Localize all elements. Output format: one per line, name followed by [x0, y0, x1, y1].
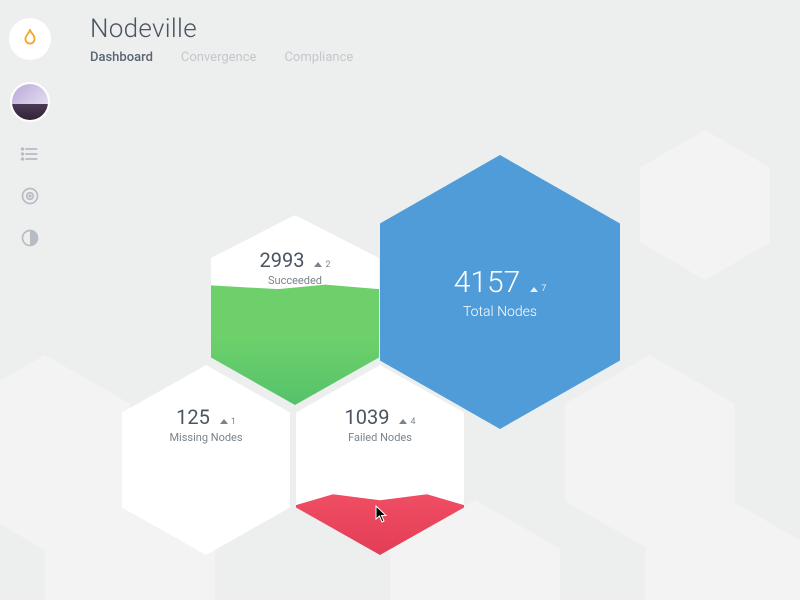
- tab-compliance[interactable]: Compliance: [284, 50, 353, 65]
- trend-up-icon: 1: [220, 417, 236, 427]
- total-value: 4157: [454, 265, 521, 300]
- missing-value: 125: [176, 405, 210, 429]
- hex-canvas: 2993 2 Succeeded 4157 7 Total Nodes 125 …: [0, 0, 800, 600]
- radar-icon[interactable]: [20, 186, 40, 206]
- card-missing-nodes[interactable]: 125 1 Missing Nodes: [122, 365, 290, 555]
- trend-up-icon: 2: [314, 260, 330, 270]
- tab-convergence[interactable]: Convergence: [181, 50, 257, 65]
- header: Nodeville Dashboard Convergence Complian…: [90, 14, 353, 65]
- list-icon[interactable]: [20, 144, 40, 164]
- trend-up-icon: 7: [530, 284, 546, 294]
- succeeded-value: 2993: [260, 248, 305, 272]
- page-title: Nodeville: [90, 14, 353, 44]
- trend-up-icon: 4: [399, 417, 415, 427]
- tab-dashboard[interactable]: Dashboard: [90, 50, 153, 65]
- succeeded-label: Succeeded: [268, 274, 322, 287]
- flame-icon: [19, 28, 41, 50]
- hex-placeholder: [645, 500, 800, 600]
- card-failed-nodes[interactable]: 1039 4 Failed Nodes: [296, 365, 464, 555]
- hex-placeholder: [640, 130, 770, 280]
- failed-value: 1039: [345, 405, 390, 429]
- avatar[interactable]: [10, 82, 50, 122]
- tabs: Dashboard Convergence Compliance: [90, 50, 353, 65]
- missing-label: Missing Nodes: [169, 431, 242, 444]
- left-rail: [0, 0, 60, 248]
- total-label: Total Nodes: [463, 304, 537, 320]
- contrast-icon[interactable]: [20, 228, 40, 248]
- failed-label: Failed Nodes: [348, 431, 412, 444]
- app-logo[interactable]: [9, 18, 51, 60]
